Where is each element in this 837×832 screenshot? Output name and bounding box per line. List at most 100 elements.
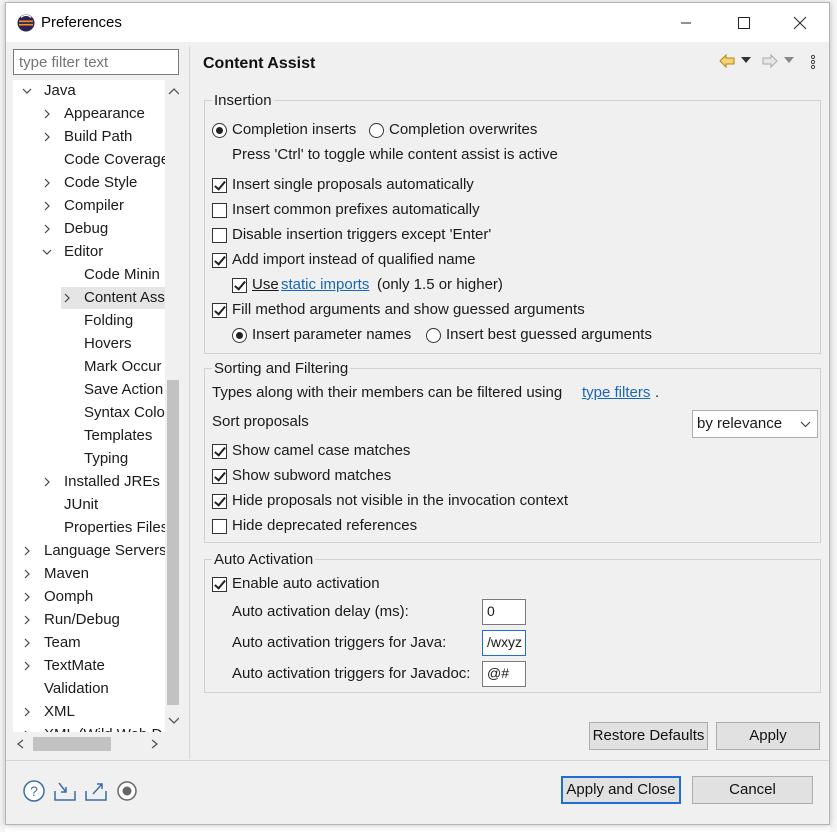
chevron-right-icon[interactable]: [61, 287, 73, 309]
tree-item-syntax-coloring[interactable]: Syntax Colo: [84, 402, 165, 424]
chevron-right-icon[interactable]: [21, 724, 33, 732]
javadoc-triggers-input[interactable]: @#: [482, 661, 526, 687]
tree-item-code-coverage[interactable]: Code Coverage: [64, 149, 169, 171]
auto-activation-group-label: Auto Activation: [212, 551, 316, 568]
java-triggers-label: Auto activation triggers for Java:: [232, 634, 447, 651]
minimize-icon: [681, 22, 691, 23]
tree-item-validation[interactable]: Validation: [44, 678, 109, 700]
chevron-down-icon[interactable]: [41, 241, 53, 263]
checkbox-checked[interactable]: [212, 303, 227, 318]
checkbox-unchecked[interactable]: [212, 228, 227, 243]
checkbox-checked[interactable]: [212, 444, 227, 459]
insertion-group-label: Insertion: [212, 92, 274, 109]
chevron-down-icon: [800, 421, 811, 428]
javadoc-triggers-label: Auto activation triggers for Javadoc:: [232, 665, 471, 682]
chevron-right-icon[interactable]: [21, 609, 33, 631]
chevron-right-icon[interactable]: [41, 126, 53, 148]
restore-defaults-button[interactable]: Restore Defaults: [589, 722, 708, 750]
tree-item-typing[interactable]: Typing: [84, 448, 128, 470]
auto-delay-input[interactable]: 0: [482, 599, 526, 625]
java-triggers-input[interactable]: /wxyz: [482, 630, 526, 656]
scroll-left-icon[interactable]: [16, 739, 26, 749]
forward-dropdown-icon[interactable]: [784, 57, 794, 65]
eclipse-icon: [17, 14, 35, 32]
chevron-right-icon[interactable]: [21, 655, 33, 677]
checkbox-checked[interactable]: [232, 278, 247, 293]
chevron-right-icon[interactable]: [21, 586, 33, 608]
use-static-imports-checkbox[interactable]: Use static imports (only 1.5 or higher): [232, 275, 552, 295]
sort-proposals-label: Sort proposals: [212, 413, 309, 430]
tree-horizontal-scroll-thumb[interactable]: [33, 737, 111, 751]
chevron-down-icon[interactable]: [21, 80, 33, 102]
import-icon[interactable]: [53, 779, 77, 803]
chevron-right-icon[interactable]: [21, 563, 33, 585]
back-arrow-icon[interactable]: [718, 53, 736, 69]
chevron-right-icon[interactable]: [41, 218, 53, 240]
checkbox-checked[interactable]: [212, 577, 227, 592]
type-filters-text: Types along with their members can be fi…: [212, 383, 660, 403]
cancel-button[interactable]: Cancel: [692, 776, 813, 804]
tree-item-save-actions[interactable]: Save Action: [84, 379, 163, 401]
forward-arrow-icon[interactable]: [761, 53, 779, 69]
filter-input[interactable]: [13, 49, 179, 75]
radio-selected[interactable]: [232, 328, 247, 343]
toggle-hint: Press 'Ctrl' to toggle while content ass…: [232, 146, 558, 163]
maximize-button[interactable]: [715, 3, 773, 42]
chevron-right-icon[interactable]: [21, 540, 33, 562]
close-icon: [793, 16, 807, 29]
scroll-up-icon[interactable]: [168, 86, 179, 96]
radio-selected[interactable]: [212, 123, 227, 138]
sorting-group-label: Sorting and Filtering: [212, 360, 351, 377]
chevron-right-icon[interactable]: [21, 701, 33, 723]
record-icon[interactable]: [115, 779, 139, 803]
tree-item-hovers[interactable]: Hovers: [84, 333, 132, 355]
tree-item-folding[interactable]: Folding: [84, 310, 133, 332]
title-bar: Preferences: [6, 3, 829, 42]
apply-and-close-button[interactable]: Apply and Close: [561, 776, 681, 804]
checkbox-unchecked[interactable]: [212, 203, 227, 218]
checkbox-unchecked[interactable]: [212, 519, 227, 534]
tree-horizontal-scrollbar[interactable]: [13, 735, 165, 753]
panel-divider[interactable]: [189, 47, 190, 759]
chevron-right-icon[interactable]: [41, 471, 53, 493]
window-title: Preferences: [41, 14, 122, 31]
auto-delay-label: Auto activation delay (ms):: [232, 603, 409, 620]
chevron-right-icon[interactable]: [41, 195, 53, 217]
static-imports-link[interactable]: static imports: [281, 275, 369, 295]
chevron-right-icon[interactable]: [41, 103, 53, 125]
preference-tree: Java Appearance Build Path Code Coverage…: [13, 80, 179, 732]
apply-button[interactable]: Apply: [716, 722, 820, 750]
checkbox-checked[interactable]: [212, 253, 227, 268]
tree-item-templates[interactable]: Templates: [84, 425, 152, 447]
page-title: Content Assist: [203, 55, 316, 72]
type-filters-link[interactable]: type filters: [582, 383, 650, 403]
checkbox-checked[interactable]: [212, 178, 227, 193]
preferences-dialog: Preferences Java Appearance Build Path C…: [5, 2, 830, 825]
chevron-right-icon[interactable]: [41, 172, 53, 194]
background-editor-right: [830, 0, 837, 832]
tree-item-content-assist[interactable]: Content Ass: [61, 287, 171, 309]
tree-item-properties-files[interactable]: Properties Files: [64, 517, 168, 539]
tree-item-junit[interactable]: JUnit: [64, 494, 98, 516]
maximize-icon: [738, 16, 750, 29]
sort-proposals-select[interactable]: by relevance: [692, 410, 818, 438]
scroll-right-icon[interactable]: [149, 739, 159, 749]
radio-unselected[interactable]: [426, 328, 441, 343]
checkbox-checked[interactable]: [212, 494, 227, 509]
view-menu-icon[interactable]: [810, 54, 816, 70]
back-dropdown-icon[interactable]: [741, 57, 751, 65]
scroll-down-icon[interactable]: [168, 716, 179, 726]
tree-item-mark-occurrences[interactable]: Mark Occur: [84, 356, 162, 378]
help-icon[interactable]: ?: [22, 779, 46, 803]
checkbox-checked[interactable]: [212, 469, 227, 484]
bottom-separator: [6, 760, 829, 761]
close-button[interactable]: [771, 3, 829, 42]
export-icon[interactable]: [84, 779, 108, 803]
page-navigation: [718, 53, 828, 73]
chevron-right-icon[interactable]: [21, 632, 33, 654]
tree-vertical-scrollbar[interactable]: [165, 80, 179, 732]
tree-item-code-mining[interactable]: Code Minin: [84, 264, 160, 286]
minimize-button[interactable]: [657, 3, 715, 42]
tree-vertical-scroll-thumb[interactable]: [167, 380, 179, 705]
radio-unselected[interactable]: [369, 123, 384, 138]
